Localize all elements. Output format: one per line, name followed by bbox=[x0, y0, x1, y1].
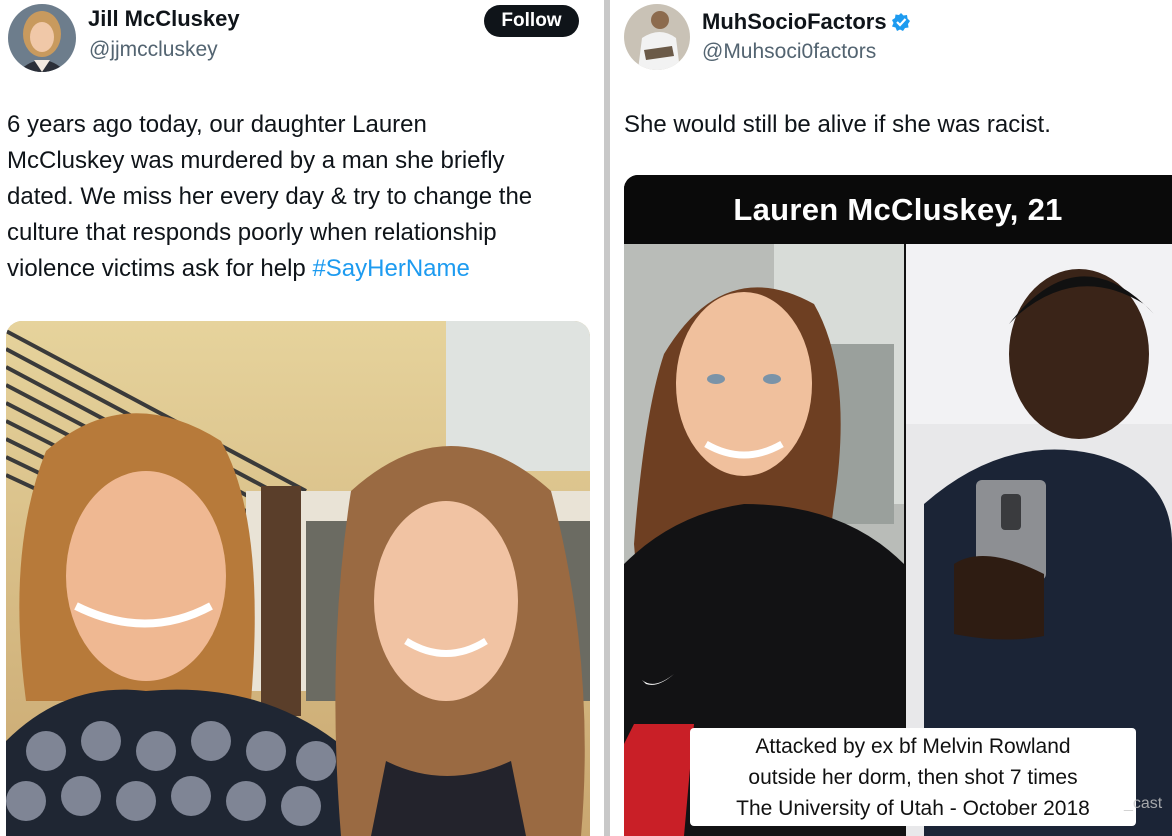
tweet-line: 6 years ago today, our daughter Lauren bbox=[7, 111, 427, 138]
left-tweet-panel: Jill McCluskey @jjmccluskey Follow 6 yea… bbox=[0, 0, 604, 836]
author-name[interactable]: Jill McCluskey bbox=[88, 6, 240, 32]
watermark-text: _cast bbox=[1124, 795, 1163, 812]
tweet-body: 6 years ago today, our daughter Lauren M… bbox=[7, 107, 597, 287]
author-handle[interactable]: @jjmccluskey bbox=[89, 38, 218, 62]
tweet-line-last: violence victims ask for help #SayHerNam… bbox=[7, 251, 597, 287]
caption-line: Attacked by ex bf Melvin Rowland bbox=[755, 734, 1071, 758]
right-tweet-panel: MuhSocioFactors @Muhsoci0factors She wou… bbox=[610, 0, 1172, 836]
tweet-line: culture that responds poorly when relati… bbox=[7, 219, 497, 246]
author-name-text: MuhSocioFactors bbox=[702, 9, 887, 34]
author-name[interactable]: MuhSocioFactors bbox=[702, 9, 911, 38]
verified-badge-icon bbox=[891, 12, 911, 38]
tweet-body: She would still be alive if she was raci… bbox=[624, 111, 1051, 138]
caption-line: The University of Utah - October 2018 bbox=[736, 796, 1090, 820]
card-title-bar: Lauren McCluskey, 21 bbox=[624, 175, 1172, 244]
caption-line: outside her dorm, then shot 7 times bbox=[748, 765, 1078, 789]
card-title: Lauren McCluskey, 21 bbox=[733, 191, 1063, 227]
card-caption: Attacked by ex bf Melvin Rowland outside… bbox=[690, 728, 1136, 826]
tweet-photo[interactable] bbox=[6, 321, 590, 836]
hashtag-link[interactable]: #SayHerName bbox=[312, 255, 469, 282]
follow-button[interactable]: Follow bbox=[484, 5, 579, 37]
muhsocio-avatar[interactable] bbox=[624, 4, 690, 70]
jill-avatar[interactable] bbox=[8, 4, 76, 72]
image-card[interactable]: Lauren McCluskey, 21 Attacked by ex bf M… bbox=[624, 175, 1172, 836]
tweet-line: violence victims ask for help bbox=[7, 255, 313, 282]
tweet-line: dated. We miss her every day & try to ch… bbox=[7, 183, 533, 210]
author-handle[interactable]: @Muhsoci0factors bbox=[702, 40, 876, 64]
tweet-line: McCluskey was murdered by a man she brie… bbox=[7, 147, 505, 174]
